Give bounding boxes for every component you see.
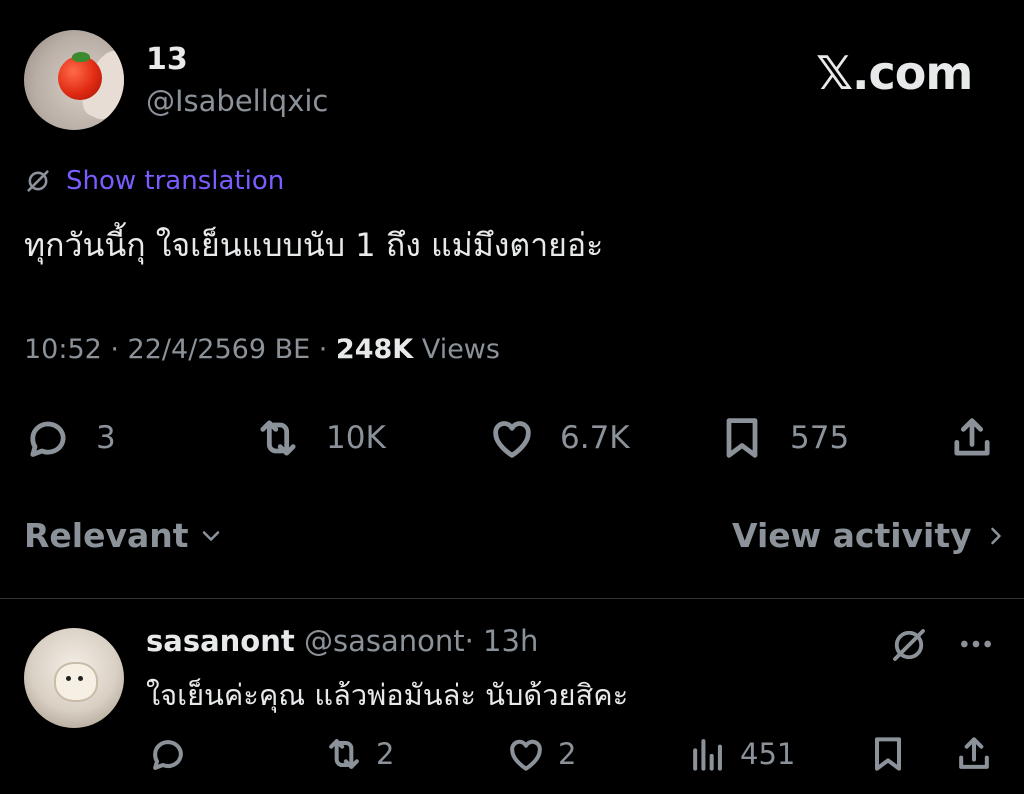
share-button[interactable] [946,412,998,464]
more-options-icon[interactable] [956,628,996,660]
sort-dropdown[interactable]: Relevant [24,516,225,555]
author-name[interactable]: 13 [146,42,188,77]
reply-avatar[interactable] [24,628,124,728]
bookmark-icon [874,737,902,771]
translate-icon[interactable] [888,624,930,666]
like-button[interactable]: 6.7K [486,412,630,464]
reply-like-count: 2 [558,737,577,771]
chevron-right-icon [990,527,1001,544]
post-timestamp: 10:52 · 22/4/2569 BE · [24,334,328,365]
reply-repost-button[interactable]: 2 [322,732,394,776]
repost-icon [260,420,296,456]
heart-icon [510,739,542,771]
reply-header: sasanont @sasanont· 13h [146,624,538,658]
share-icon [959,737,989,769]
views-count[interactable]: 248K [336,334,413,365]
reply-count: 3 [96,420,116,456]
reply-like-button[interactable]: 2 [504,732,576,776]
like-count: 6.7K [560,420,630,456]
reply-author-handle[interactable]: @sasanont [304,624,465,658]
bookmark-icon [726,418,758,458]
heart-icon [493,421,531,458]
bookmark-button[interactable]: 575 [716,412,849,464]
bookmark-count: 575 [790,420,850,456]
reply-time: · 13h [464,624,539,658]
reply-share-button[interactable] [952,732,996,776]
divider [0,598,1024,599]
translate-icon [27,170,49,192]
reply-author-name[interactable]: sasanont [146,624,295,658]
repost-button[interactable]: 10K [252,412,386,464]
author-handle[interactable]: @Isabellqxic [146,84,328,118]
reply-bookmark-button[interactable] [866,732,910,776]
views-label: Views [421,334,500,365]
view-activity-label: View activity [732,516,972,555]
x-logo: 𝕏.com [816,46,973,100]
reply-repost-count: 2 [376,737,395,771]
share-icon [954,418,990,456]
analytics-icon [693,739,722,771]
show-translation-link[interactable]: Show translation [66,166,284,196]
reply-icon [30,421,66,457]
reply-views-button[interactable]: 451 [686,732,795,776]
repost-count: 10K [326,420,386,456]
translation-row[interactable]: Show translation [24,166,284,196]
reply-reply-button[interactable] [146,732,190,776]
sort-label: Relevant [24,516,189,555]
chevron-down-icon [202,530,219,541]
reply-button[interactable]: 3 [22,412,116,464]
post-meta: 10:52 · 22/4/2569 BE · 248K Views [24,334,500,365]
reply-icon [153,740,183,770]
author-avatar[interactable] [24,30,124,130]
reply-views-count: 451 [740,737,796,771]
post-text: ทุกวันนี้กุ ใจเย็นแบบนับ 1 ถึง แม่มึงตาย… [24,226,604,264]
repost-icon [329,739,359,769]
reply-text: ใจเย็นค่ะคุณ แล้วพ่อมันล่ะ นับด้วยสิคะ [146,678,629,712]
view-activity-link[interactable]: View activity [732,516,1010,555]
